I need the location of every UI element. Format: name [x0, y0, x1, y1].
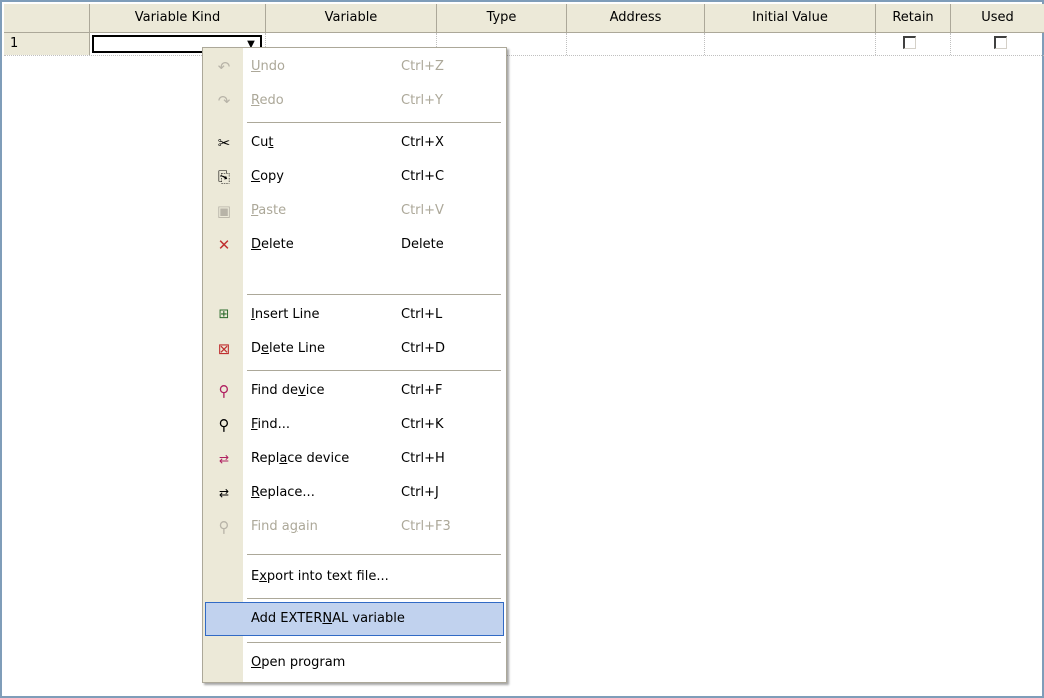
- menu-item-insert-line[interactable]: ⊞ Insert Line Ctrl+L: [205, 298, 504, 332]
- menu-item-delete-line[interactable]: ⊠ Delete Line Ctrl+D: [205, 332, 504, 366]
- menu-item-undo[interactable]: ↶ Undo Ctrl+Z: [205, 50, 504, 84]
- shortcut-label: Ctrl+Z: [401, 59, 444, 74]
- menu-separator: [247, 370, 501, 372]
- redo-icon: ↷: [217, 92, 231, 110]
- context-menu: ↶ Undo Ctrl+Z ↷ Redo Ctrl+Y ✂ Cut Ctrl+X…: [202, 47, 507, 683]
- shortcut-label: Ctrl+X: [401, 135, 444, 150]
- shortcut-label: Ctrl+H: [401, 451, 445, 466]
- paste-icon: ▣: [216, 202, 232, 220]
- menu-item-cut[interactable]: ✂ Cut Ctrl+X: [205, 126, 504, 160]
- address-cell[interactable]: [567, 33, 705, 55]
- shortcut-label: Ctrl+F: [401, 383, 443, 398]
- column-header-initial-value[interactable]: Initial Value: [705, 4, 876, 32]
- menu-item-delete[interactable]: ✕ Delete Delete: [205, 228, 504, 262]
- menu-item-find-again[interactable]: ⚲ Find again Ctrl+F3: [205, 510, 504, 544]
- menu-item-find[interactable]: ⚲ Find... Ctrl+K: [205, 408, 504, 442]
- undo-icon: ↶: [217, 58, 231, 76]
- column-header-variable-kind[interactable]: Variable Kind: [90, 4, 266, 32]
- delete-line-icon: ⊠: [217, 340, 231, 358]
- menu-separator: [247, 294, 501, 296]
- menu-item-copy[interactable]: ⎘ Copy Ctrl+C: [205, 160, 504, 194]
- menu-separator: [247, 122, 501, 124]
- column-header-retain[interactable]: Retain: [876, 4, 951, 32]
- menu-item-open-program[interactable]: Open program: [205, 646, 504, 680]
- used-checkbox[interactable]: [994, 36, 1007, 49]
- copy-icon: ⎘: [217, 168, 230, 186]
- menu-item-replace[interactable]: ⇄ Replace... Ctrl+J: [205, 476, 504, 510]
- shortcut-label: Ctrl+C: [401, 169, 445, 184]
- retain-checkbox[interactable]: [903, 36, 916, 49]
- initial-value-cell[interactable]: [705, 33, 876, 55]
- column-header-used[interactable]: Used: [951, 4, 1044, 32]
- cut-icon: ✂: [217, 134, 231, 152]
- menu-item-export-text-file[interactable]: Export into text file...: [205, 560, 504, 594]
- variable-table-frame: Variable Kind Variable Type Address Init…: [0, 0, 1044, 698]
- column-header-address[interactable]: Address: [567, 4, 705, 32]
- column-header-variable[interactable]: Variable: [266, 4, 437, 32]
- shortcut-label: Ctrl+Y: [401, 93, 443, 108]
- table-header: Variable Kind Variable Type Address Init…: [4, 4, 1044, 33]
- column-header-type[interactable]: Type: [437, 4, 567, 32]
- replace-icon: ⇄: [218, 486, 230, 500]
- row-number[interactable]: 1: [4, 33, 90, 55]
- find-device-icon: ⚲: [218, 382, 230, 400]
- menu-separator: [247, 642, 501, 644]
- find-again-icon: ⚲: [218, 518, 230, 536]
- table-row: 1 ▼: [4, 33, 1044, 56]
- menu-item-replace-device[interactable]: ⇄ Replace device Ctrl+H: [205, 442, 504, 476]
- shortcut-label: Ctrl+K: [401, 417, 444, 432]
- retain-cell: [876, 33, 951, 55]
- menu-item-add-external-variable[interactable]: Add EXTERNAL variable: [205, 602, 504, 636]
- corner-cell[interactable]: [4, 4, 90, 32]
- menu-item-paste[interactable]: ▣ Paste Ctrl+V: [205, 194, 504, 228]
- find-icon: ⚲: [218, 416, 230, 434]
- delete-icon: ✕: [217, 236, 231, 254]
- shortcut-label: Ctrl+L: [401, 307, 443, 322]
- shortcut-label: Ctrl+F3: [401, 519, 451, 534]
- menu-separator: [247, 554, 501, 556]
- insert-line-icon: ⊞: [218, 307, 230, 322]
- shortcut-label: Ctrl+J: [401, 485, 439, 500]
- replace-device-icon: ⇄: [218, 452, 230, 466]
- shortcut-label: Delete: [401, 237, 444, 252]
- menu-item-redo[interactable]: ↷ Redo Ctrl+Y: [205, 84, 504, 118]
- menu-separator: [247, 598, 501, 600]
- shortcut-label: Ctrl+V: [401, 203, 444, 218]
- used-cell: [951, 33, 1044, 55]
- menu-item-find-device[interactable]: ⚲ Find device Ctrl+F: [205, 374, 504, 408]
- shortcut-label: Ctrl+D: [401, 341, 446, 356]
